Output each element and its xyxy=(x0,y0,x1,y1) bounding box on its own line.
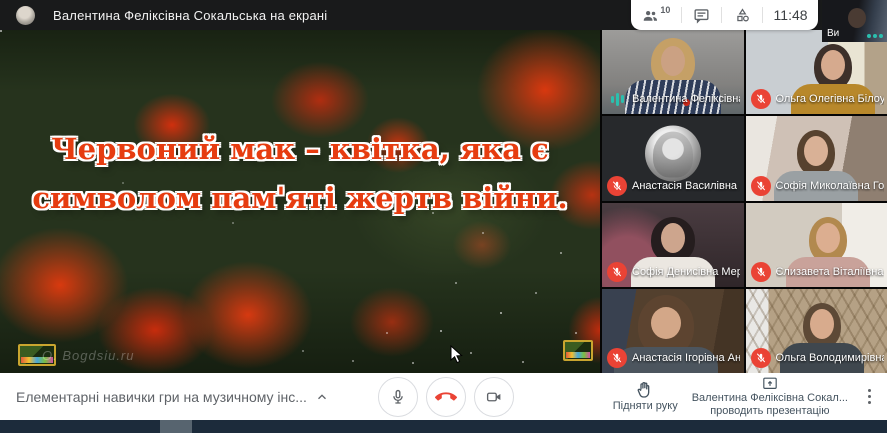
presenting-status[interactable]: Валентина Феліксівна Сокал... проводить … xyxy=(692,376,848,418)
presenter-name: Валентина Феліксівна Сокал... xyxy=(691,391,848,404)
mic-off-icon xyxy=(607,261,627,282)
meeting-details-button[interactable]: Елементарні навички гри на музичному інс… xyxy=(16,373,329,420)
participant-tile[interactable]: Ольга Олегівна Білоус xyxy=(745,30,887,115)
participant-tile[interactable]: Анастасія Ігорівна Андр... xyxy=(602,288,744,373)
pill-divider xyxy=(762,7,764,23)
participants-button[interactable]: 10 xyxy=(639,4,672,25)
presenter-avatar xyxy=(16,5,35,25)
participant-name: Єлизавета Віталіївна Бі... xyxy=(775,265,884,278)
people-icon xyxy=(644,10,658,21)
self-label: Ви xyxy=(827,28,840,39)
participant-count: 10 xyxy=(660,4,671,15)
dew-droplets xyxy=(0,30,2,32)
meeting-status-pill: 10 11:48 xyxy=(631,0,818,30)
mouse-cursor xyxy=(450,345,463,364)
pill-divider xyxy=(680,7,682,23)
taskbar-thumb[interactable] xyxy=(160,420,192,433)
more-icon xyxy=(868,389,871,392)
screen-share-view[interactable]: Червоний мак – квітка, яка є символом па… xyxy=(0,30,600,373)
secondary-controls: Підняти руку Валентина Феліксівна Сокал.… xyxy=(613,373,877,420)
more-options-button[interactable] xyxy=(862,383,877,410)
participant-tile[interactable]: Софія Миколаївна Горді... xyxy=(745,116,887,201)
participant-name: Софія Миколаївна Горді... xyxy=(775,179,884,192)
chat-icon xyxy=(694,8,709,24)
participant-name: Софія Денисівна Мерку... xyxy=(632,265,740,278)
participant-tile[interactable]: Анастасія Василівна Ан... xyxy=(602,116,744,201)
activities-button[interactable] xyxy=(731,6,754,25)
clock: 11:48 xyxy=(773,7,808,23)
participant-avatar xyxy=(644,125,701,182)
raise-hand-icon xyxy=(637,381,650,398)
participant-tile[interactable]: Валентина Феліксівна С... xyxy=(602,30,744,115)
participant-tile[interactable]: Софія Денисівна Мерку... xyxy=(602,202,744,287)
speaking-indicator-icon xyxy=(607,89,627,109)
present-icon xyxy=(763,377,777,389)
self-volume-indicator xyxy=(867,34,883,38)
participant-name: Анастасія Ігорівна Андр... xyxy=(632,352,740,364)
mic-off-icon xyxy=(750,89,771,110)
activities-icon xyxy=(737,7,749,21)
participant-tile[interactable]: Ольга Володимирівна Н... xyxy=(745,288,887,373)
presenter-status-text: проводить презентацію xyxy=(710,404,830,417)
mic-off-icon xyxy=(607,348,627,368)
participant-name: Ольга Олегівна Білоус xyxy=(775,93,884,106)
mic-off-icon xyxy=(750,261,771,282)
camera-icon xyxy=(486,392,501,401)
raise-hand-button[interactable]: Підняти руку xyxy=(613,380,678,413)
mic-off-icon xyxy=(607,175,627,196)
self-silhouette xyxy=(848,8,866,28)
slide-caption-line1: Червоний мак – квітка, яка є xyxy=(51,132,549,166)
pill-divider xyxy=(721,7,723,23)
video-logo-badge xyxy=(563,340,593,361)
participant-tile[interactable]: Єлизавета Віталіївна Бі... xyxy=(745,202,887,287)
chat-button[interactable] xyxy=(690,6,713,25)
mic-icon xyxy=(393,389,403,404)
chevron-up-icon xyxy=(317,393,326,399)
raise-hand-label: Підняти руку xyxy=(612,400,678,412)
control-bar: Елементарні навички гри на музичному інс… xyxy=(0,373,887,420)
presenting-banner-text: Валентина Феліксівна Сокальська на екран… xyxy=(53,7,328,23)
participant-name: Анастасія Василівна Ан... xyxy=(632,179,740,192)
hangup-button[interactable] xyxy=(426,376,466,417)
self-video-tile[interactable]: Ви xyxy=(822,0,887,42)
camera-button[interactable] xyxy=(474,376,514,417)
mic-off-icon xyxy=(750,175,771,196)
taskbar-strip xyxy=(0,420,887,433)
participants-panel: Валентина Феліксівна С... Ольга Олегівна… xyxy=(600,30,887,373)
mic-button[interactable] xyxy=(378,376,418,417)
hangup-icon xyxy=(435,391,457,401)
slide-caption-line2: символом пам'яті жертв війни. xyxy=(32,181,568,215)
meeting-title: Елементарні навички гри на музичному інс… xyxy=(16,388,307,405)
participant-name: Ольга Володимирівна Н... xyxy=(775,352,884,364)
participant-name: Валентина Феліксівна С... xyxy=(632,93,740,106)
call-controls xyxy=(378,375,514,418)
meet-window: Валентина Феліксівна Сокальська на екран… xyxy=(0,0,887,433)
mic-off-icon xyxy=(750,348,771,368)
video-watermark: O. Bogdsiu.ru xyxy=(42,348,135,363)
